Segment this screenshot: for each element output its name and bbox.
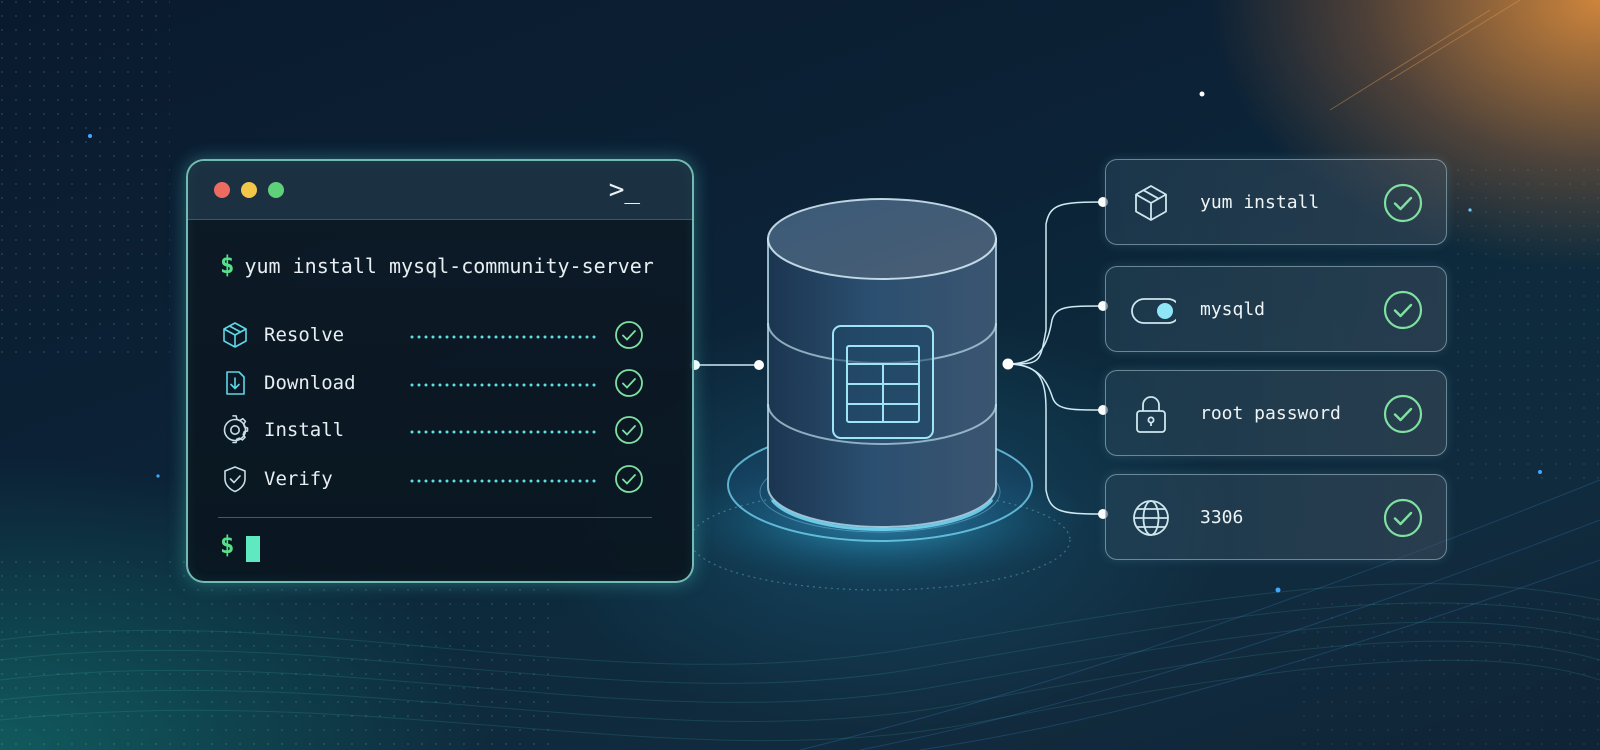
- terminal-prompt-icon: >_: [608, 175, 640, 205]
- step-resolve: Resolve: [220, 319, 666, 353]
- gear-icon: [223, 415, 249, 444]
- check-circle-icon: [615, 465, 643, 493]
- terminal-titlebar: >_: [188, 161, 692, 220]
- terminal-divider: [218, 517, 652, 518]
- card-mysqld: mysqld: [1105, 266, 1447, 352]
- step-install: Install: [220, 414, 666, 448]
- progress-dots: [410, 430, 598, 434]
- card-port-3306: 3306: [1105, 474, 1447, 560]
- step-label: Resolve: [264, 324, 345, 346]
- minimize-window-button[interactable]: [241, 182, 257, 198]
- card-label: mysqld: [1200, 299, 1266, 320]
- check-circle-icon: [615, 369, 643, 397]
- download-icon: [226, 371, 245, 395]
- input-prompt[interactable]: $: [220, 531, 261, 562]
- card-label: yum install: [1200, 192, 1320, 213]
- globe-icon: [1133, 500, 1169, 536]
- text-cursor: [246, 535, 261, 562]
- step-label: Install: [264, 419, 345, 441]
- prompt-symbol: $: [220, 251, 235, 279]
- check-circle-icon: [615, 321, 643, 349]
- step-label: Download: [264, 372, 356, 394]
- step-label: Verify: [264, 468, 333, 490]
- lock-icon: [1136, 396, 1166, 433]
- toggle-switch-icon: [1131, 298, 1176, 324]
- command-text: yum install mysql-community-server: [244, 254, 654, 278]
- step-download: Download: [220, 367, 666, 401]
- terminal-window: >_ $ yum install mysql-community-server R…: [186, 159, 694, 583]
- progress-dots: [410, 383, 598, 387]
- card-root-password: root password: [1105, 370, 1447, 456]
- check-circle-icon: [1383, 183, 1423, 223]
- prompt-symbol: $: [220, 531, 235, 559]
- close-window-button[interactable]: [214, 182, 230, 198]
- step-verify: Verify: [220, 463, 666, 497]
- progress-dots: [410, 335, 598, 339]
- package-icon: [1135, 185, 1167, 221]
- card-label: root password: [1200, 403, 1341, 424]
- check-circle-icon: [1383, 498, 1423, 538]
- progress-dots: [410, 479, 598, 483]
- shield-check-icon: [224, 466, 246, 493]
- card-yum-install: yum install: [1105, 159, 1447, 245]
- table-grid-icon: [832, 325, 934, 439]
- card-label: 3306: [1200, 507, 1244, 528]
- check-circle-icon: [615, 416, 643, 444]
- check-circle-icon: [1383, 290, 1423, 330]
- check-circle-icon: [1383, 394, 1423, 434]
- maximize-window-button[interactable]: [268, 182, 284, 198]
- package-icon: [223, 322, 247, 348]
- command-line: $ yum install mysql-community-server: [220, 251, 654, 279]
